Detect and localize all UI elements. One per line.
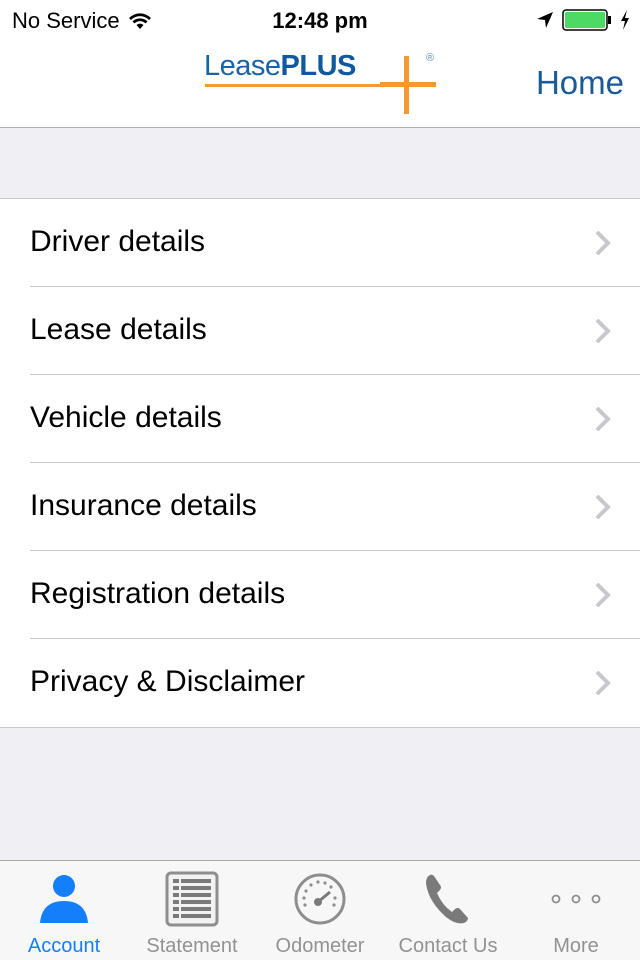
navigation-bar: LeasePLUS ® Home — [0, 40, 640, 128]
menu-item-label: Privacy & Disclaimer — [30, 665, 306, 698]
menu-item-label: Driver details — [30, 225, 206, 258]
menu-item-vehicle-details[interactable]: Vehicle details — [0, 375, 640, 463]
logo-word-lease: Lease — [204, 50, 281, 82]
charging-bolt-icon — [621, 10, 629, 30]
statement-list-icon — [165, 871, 219, 927]
status-bar: No Service 12:48 pm — [0, 0, 640, 40]
menu-item-label: Vehicle details — [30, 401, 222, 434]
tab-more[interactable]: More — [512, 861, 640, 960]
home-button[interactable]: Home — [536, 64, 624, 102]
chevron-right-icon — [595, 318, 611, 344]
leaseplus-logo: LeasePLUS ® — [204, 50, 440, 116]
tab-label: Contact Us — [398, 935, 498, 957]
chevron-right-icon — [595, 406, 611, 432]
chevron-right-icon — [595, 582, 611, 608]
logo-text: LeasePLUS — [204, 50, 356, 83]
menu-item-label: Lease details — [30, 313, 207, 346]
phone-icon — [426, 874, 468, 924]
tab-odometer[interactable]: Odometer — [256, 861, 384, 960]
menu-item-privacy-disclaimer[interactable]: Privacy & Disclaimer — [0, 639, 640, 727]
odometer-gauge-icon — [294, 873, 346, 925]
menu-item-insurance-details[interactable]: Insurance details — [0, 463, 640, 551]
logo-plus-horizontal — [380, 82, 436, 87]
more-dots-icon — [551, 894, 601, 904]
tab-label: Account — [27, 935, 101, 957]
tab-label: More — [553, 935, 599, 957]
status-right — [536, 9, 630, 31]
menu-item-registration-details[interactable]: Registration details — [0, 551, 640, 639]
tab-label: Statement — [146, 935, 238, 957]
menu-item-label: Insurance details — [30, 489, 257, 522]
logo-registered-mark: ® — [426, 52, 435, 64]
tab-account[interactable]: Account — [0, 861, 128, 960]
chevron-right-icon — [595, 494, 611, 520]
person-icon — [40, 875, 88, 923]
account-menu-list: Driver details Lease details Vehicle det… — [0, 198, 640, 728]
logo-word-plus: PLUS — [280, 50, 357, 82]
chevron-right-icon — [595, 670, 611, 696]
menu-item-label: Registration details — [30, 577, 286, 610]
tab-bar: Account Statement Odometer Contact Us Mo… — [0, 860, 640, 960]
tab-contact-us[interactable]: Contact Us — [384, 861, 512, 960]
tab-statement[interactable]: Statement — [128, 861, 256, 960]
tab-label: Odometer — [275, 935, 365, 957]
chevron-right-icon — [595, 230, 611, 256]
menu-item-driver-details[interactable]: Driver details — [0, 199, 640, 287]
battery-icon — [562, 9, 611, 31]
location-arrow-icon — [537, 12, 553, 28]
menu-item-lease-details[interactable]: Lease details — [0, 287, 640, 375]
